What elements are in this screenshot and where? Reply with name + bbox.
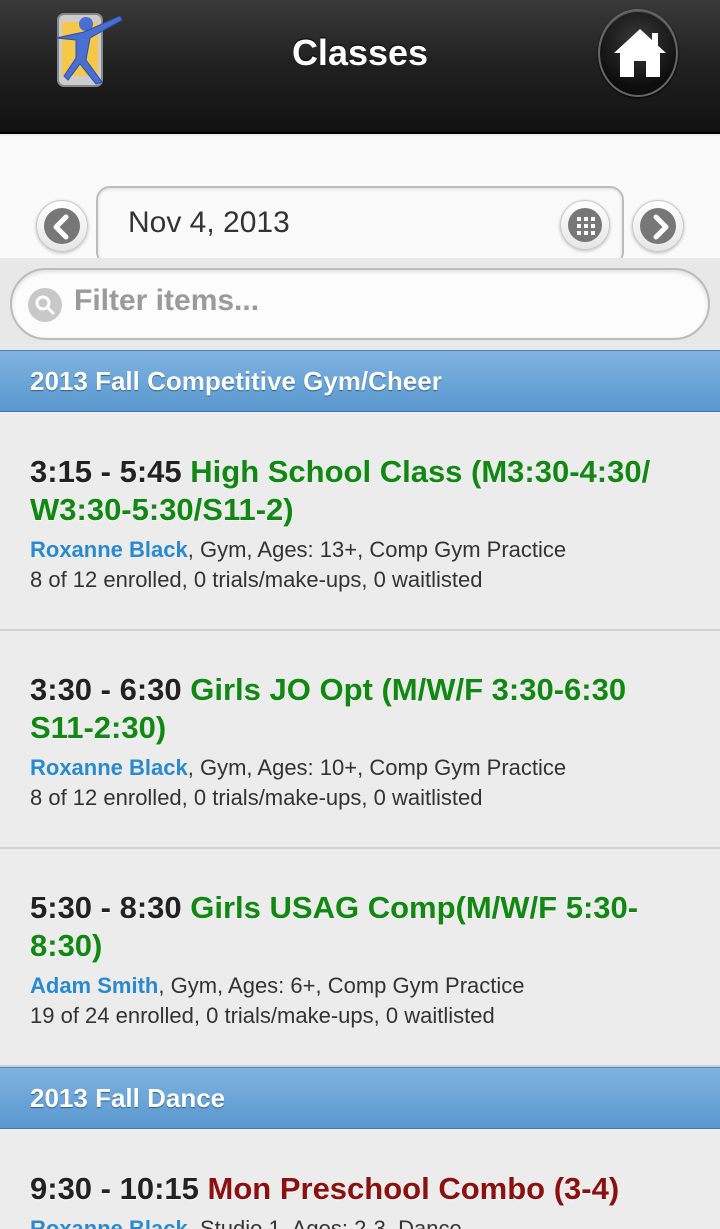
grid-icon (577, 217, 595, 235)
group-header: 2013 Fall Competitive Gym/Cheer (0, 350, 720, 412)
chevron-right-icon (653, 214, 669, 240)
instructor-link[interactable]: Roxanne Black (30, 537, 188, 562)
enrollment-status: 8 of 12 enrolled, 0 trials/make-ups, 0 w… (30, 785, 483, 810)
class-title: 3:15 - 5:45 High School Class (M3:30-4:3… (30, 453, 690, 529)
class-details: Roxanne Black, Studio 1, Ages: 2-3, Danc… (30, 1214, 710, 1229)
instructor-link[interactable]: Adam Smith (30, 973, 158, 998)
class-time: 3:30 - 6:30 (30, 672, 182, 707)
instructor-link[interactable]: Roxanne Black (30, 1216, 188, 1229)
filter-bar: Filter items... (0, 258, 720, 350)
class-time: 3:15 - 5:45 (30, 454, 182, 489)
calendar-button[interactable] (560, 200, 610, 250)
class-details: Adam Smith, Gym, Ages: 6+, Comp Gym Prac… (30, 971, 710, 1001)
class-title: 3:30 - 6:30 Girls JO Opt (M/W/F 3:30-6:3… (30, 671, 690, 747)
home-button[interactable] (598, 9, 678, 97)
prev-day-button[interactable] (36, 200, 88, 252)
home-icon (614, 29, 666, 77)
class-list-item[interactable]: 5:30 - 8:30 Girls USAG Comp(M/W/F 5:30-8… (0, 849, 720, 1067)
search-icon (28, 288, 62, 322)
filter-placeholder: Filter items... (74, 284, 260, 317)
class-info: , Studio 1, Ages: 2-3, Dance (187, 1216, 462, 1229)
class-title: 5:30 - 8:30 Girls USAG Comp(M/W/F 5:30-8… (30, 889, 690, 965)
enrollment-status: 8 of 12 enrolled, 0 trials/make-ups, 0 w… (30, 567, 483, 592)
class-time: 5:30 - 8:30 (30, 890, 182, 925)
class-name: Mon Preschool Combo (3-4) (207, 1171, 620, 1206)
enrollment-status: 19 of 24 enrolled, 0 trials/make-ups, 0 … (30, 1003, 495, 1028)
chevron-left-icon (53, 214, 69, 240)
class-list-item[interactable]: 3:15 - 5:45 High School Class (M3:30-4:3… (0, 413, 720, 631)
group-title: 2013 Fall Competitive Gym/Cheer (30, 366, 442, 396)
instructor-link[interactable]: Roxanne Black (30, 755, 188, 780)
class-list-item[interactable]: 9:30 - 10:15 Mon Preschool Combo (3-4) R… (0, 1130, 720, 1229)
app-header: Classes (0, 0, 720, 134)
filter-input[interactable]: Filter items... (10, 268, 710, 340)
class-info: , Gym, Ages: 13+, Comp Gym Practice (187, 537, 567, 562)
next-day-button[interactable] (632, 200, 684, 252)
date-field[interactable]: Nov 4, 2013 (96, 186, 624, 266)
date-value: Nov 4, 2013 (128, 206, 290, 239)
class-details: Roxanne Black, Gym, Ages: 10+, Comp Gym … (30, 753, 710, 783)
group-header: 2013 Fall Dance (0, 1067, 720, 1129)
class-time: 9:30 - 10:15 (30, 1171, 199, 1206)
class-title: 9:30 - 10:15 Mon Preschool Combo (3-4) (30, 1170, 690, 1208)
group-title: 2013 Fall Dance (30, 1083, 226, 1113)
class-details: Roxanne Black, Gym, Ages: 13+, Comp Gym … (30, 535, 710, 565)
class-info: , Gym, Ages: 6+, Comp Gym Practice (158, 973, 525, 998)
class-info: , Gym, Ages: 10+, Comp Gym Practice (187, 755, 567, 780)
class-list-item[interactable]: 3:30 - 6:30 Girls JO Opt (M/W/F 3:30-6:3… (0, 631, 720, 849)
